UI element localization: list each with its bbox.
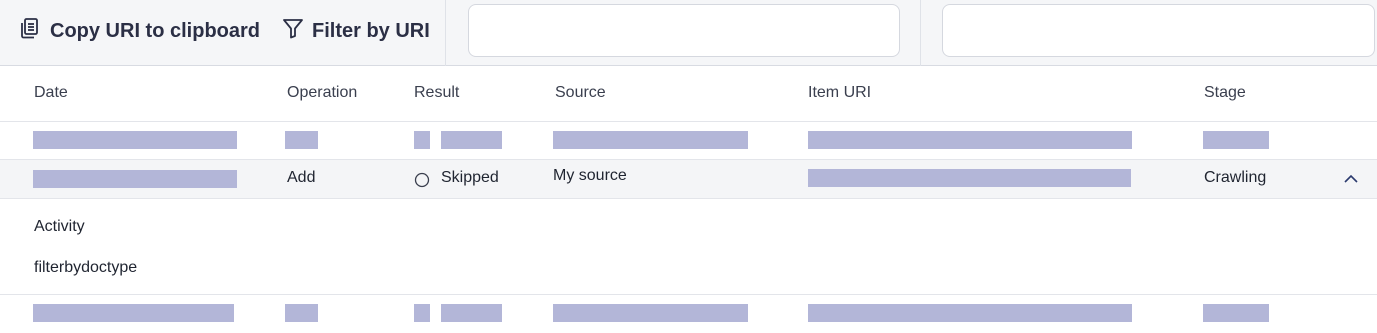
redacted-operation: [285, 304, 318, 322]
table-row-expanded[interactable]: Add Skipped My source Crawling: [0, 160, 1377, 199]
redacted-item-uri: [808, 131, 1132, 149]
redacted-source: [553, 304, 748, 322]
filter-by-uri-label: Filter by URI: [312, 19, 430, 42]
redacted-stage: [1203, 304, 1269, 322]
toolbar-divider: [920, 0, 921, 66]
column-header-stage[interactable]: Stage: [1204, 84, 1246, 102]
column-header-item-uri[interactable]: Item URI: [808, 84, 871, 102]
chevron-up-icon[interactable]: [1343, 172, 1359, 191]
filter-by-uri-button[interactable]: Filter by URI: [282, 0, 430, 62]
copy-uri-label: Copy URI to clipboard: [50, 19, 260, 42]
skipped-status-icon: [414, 172, 430, 193]
redacted-result: [441, 131, 502, 149]
redacted-source: [553, 131, 748, 149]
redacted-date: [33, 131, 237, 149]
column-header-operation[interactable]: Operation: [287, 84, 357, 102]
operation-cell: Add: [287, 169, 316, 186]
table-row[interactable]: [0, 122, 1377, 160]
copy-icon: [20, 17, 50, 45]
redacted-item-uri: [808, 169, 1131, 187]
filter-icon: [282, 17, 312, 45]
toolbar-divider: [445, 0, 446, 66]
table-header: Date Operation Result Source Item URI St…: [0, 66, 1377, 122]
redacted-stage: [1203, 131, 1269, 149]
source-cell: My source: [553, 167, 627, 184]
filter-input-1[interactable]: [468, 4, 900, 57]
detail-activity-value: filterbydoctype: [34, 259, 138, 276]
result-cell: Skipped: [441, 169, 499, 186]
table-row[interactable]: [0, 295, 1377, 333]
filter-input-2[interactable]: [942, 4, 1375, 57]
stage-cell: Crawling: [1204, 169, 1267, 186]
redacted-item-uri: [808, 304, 1132, 322]
redacted-date: [33, 304, 234, 322]
redacted-result-icon: [414, 131, 430, 149]
toolbar: Copy URI to clipboard Filter by URI: [0, 0, 1377, 66]
column-header-date[interactable]: Date: [34, 84, 68, 102]
redacted-result-icon: [414, 304, 430, 322]
redacted-result: [441, 304, 502, 322]
column-header-result[interactable]: Result: [414, 84, 459, 102]
row-detail-panel: Activity filterbydoctype: [0, 199, 1377, 295]
redacted-operation: [285, 131, 318, 149]
redacted-date: [33, 170, 237, 188]
detail-activity-label: Activity: [34, 218, 85, 235]
column-header-source[interactable]: Source: [555, 84, 606, 102]
copy-uri-button[interactable]: Copy URI to clipboard: [20, 0, 260, 62]
